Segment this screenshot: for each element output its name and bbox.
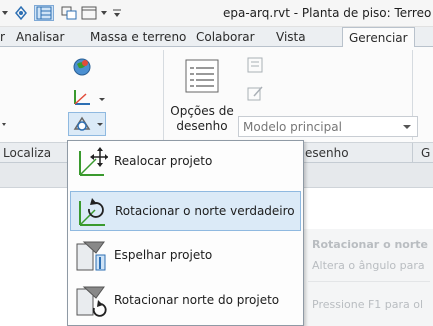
tab-gerenciar[interactable]: Gerenciar — [342, 27, 415, 48]
edit-design-icon[interactable] — [246, 84, 264, 102]
position-button[interactable] — [68, 112, 106, 136]
position-dropdown-menu: Realocar projeto Rotacionar o norte verd… — [67, 140, 304, 326]
menu-item-rotate-true-north[interactable]: Rotacionar o norte verdadeiro — [70, 191, 301, 231]
window-tile-icon[interactable] — [60, 5, 78, 21]
layout-icon[interactable] — [34, 5, 54, 21]
menu-item-relocate-project[interactable]: Realocar projeto — [70, 142, 301, 182]
rotate-true-north-icon — [75, 195, 109, 229]
tooltip-title: Rotacionar o norte — [312, 238, 428, 251]
menu-item-label: Espelhar projeto — [114, 248, 213, 262]
design-option-combo[interactable]: Modelo principal — [238, 116, 418, 137]
drawing-options-label: Opções de desenho — [170, 104, 234, 133]
menu-item-label: Realocar projeto — [114, 154, 213, 168]
title-bar: epa-arq.rvt - Planta de piso: Terreo — [0, 0, 433, 27]
menu-item-rotate-project-north[interactable]: Rotacionar norte do projeto — [70, 281, 301, 321]
qa-more-dropdown-icon[interactable] — [100, 5, 108, 21]
coordinates-dropdown-icon[interactable] — [99, 98, 105, 101]
tooltip-panel: Rotacionar o norte Altera o ângulo para … — [303, 229, 433, 326]
coordinates-icon[interactable] — [71, 86, 93, 108]
tab-partial[interactable]: r — [0, 30, 5, 44]
tooltip-description: Altera o ângulo para — [312, 259, 425, 272]
tab-vista[interactable]: Vista — [276, 30, 306, 44]
chevron-down-icon — [403, 125, 411, 129]
drawing-options-icon — [185, 59, 219, 93]
relocate-project-icon — [74, 145, 108, 179]
panel-divider — [163, 50, 164, 140]
tooltip-hint: Pressione F1 para ol — [312, 298, 424, 311]
panel-label-divider — [412, 143, 413, 163]
panel-label-g: G — [421, 146, 431, 160]
tab-massa-terreno[interactable]: Massa e terreno — [90, 30, 186, 44]
mirror-project-icon — [74, 239, 108, 273]
location-globe-icon[interactable] — [71, 56, 93, 78]
menu-item-label: Rotacionar norte do projeto — [114, 293, 280, 307]
ribbon-tabs: r Analisar Massa e terreno Colaborar Vis… — [0, 27, 433, 48]
switch-window-icon[interactable] — [80, 5, 98, 21]
dropdown-mark — [2, 116, 6, 126]
customize-qa-icon[interactable] — [112, 5, 122, 21]
pin-icon[interactable] — [12, 5, 30, 21]
drawing-options-button[interactable]: Opções de desenho — [170, 52, 234, 140]
design-option-value: Modelo principal — [243, 120, 342, 134]
panel-label-design: esenho — [305, 146, 349, 160]
panel-label-location: Localiza — [3, 146, 52, 160]
rotate-project-north-icon — [74, 284, 108, 318]
tab-colaborar[interactable]: Colaborar — [196, 30, 255, 44]
tooltip-separator — [308, 281, 430, 282]
menu-item-mirror-project[interactable]: Espelhar projeto — [70, 236, 301, 276]
phase-icon[interactable] — [246, 56, 264, 74]
menu-item-label: Rotacionar o norte verdadeiro — [115, 204, 295, 218]
tab-analisar[interactable]: Analisar — [16, 30, 64, 44]
qa-dropdown-icon[interactable] — [0, 5, 10, 21]
window-title: epa-arq.rvt - Planta de piso: Terreo — [223, 6, 432, 20]
position-dropdown-icon[interactable] — [97, 123, 103, 126]
